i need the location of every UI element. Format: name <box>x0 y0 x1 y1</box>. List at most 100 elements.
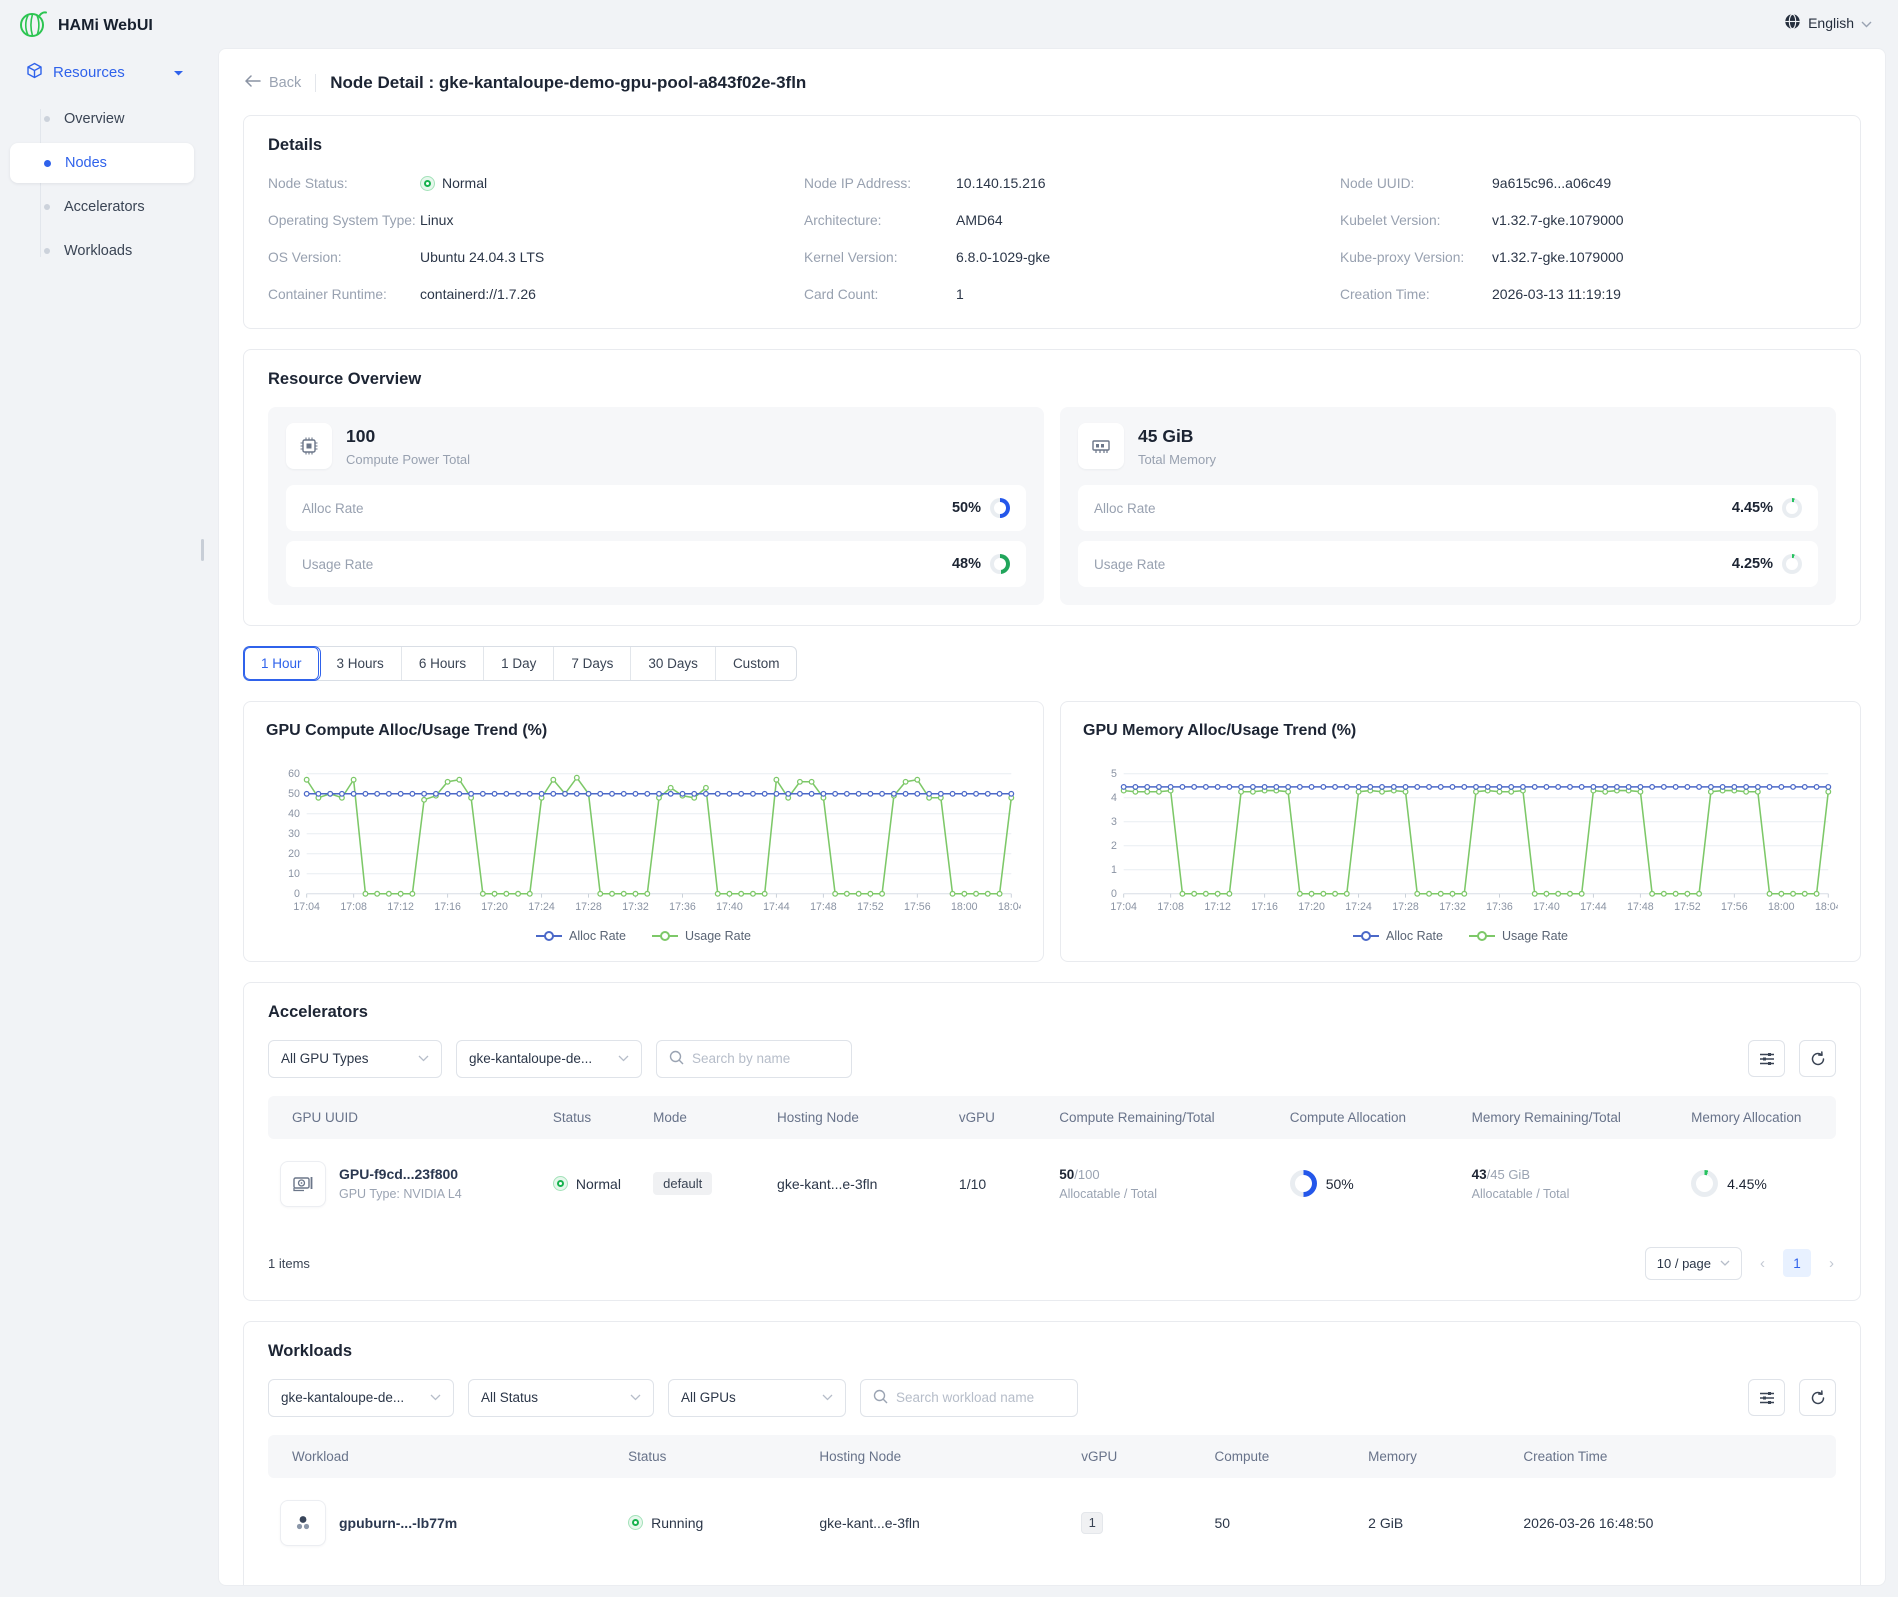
sidebar-item-workloads[interactable]: Workloads <box>10 231 194 271</box>
tab-custom[interactable]: Custom <box>716 647 797 680</box>
tab-1-day[interactable]: 1 Day <box>484 647 554 680</box>
field-os-version: OS Version: Ubuntu 24.04.3 LTS <box>268 247 764 267</box>
svg-text:17:04: 17:04 <box>293 901 320 913</box>
usage-rate-donut <box>990 554 1010 574</box>
column-settings-icon <box>1759 1052 1775 1066</box>
resource-overview-title: Resource Overview <box>268 370 1836 389</box>
sidebar-item-overview[interactable]: Overview <box>10 99 194 139</box>
prev-page-button[interactable]: ‹ <box>1758 1255 1767 1272</box>
svg-text:17:40: 17:40 <box>1533 901 1560 913</box>
workload-name-link[interactable]: gpuburn-...-lb77m <box>339 1515 457 1531</box>
tab-1-hour[interactable]: 1 Hour <box>244 647 320 680</box>
workload-pods-icon <box>280 1500 326 1546</box>
workload-status-select[interactable]: All Status <box>468 1379 654 1417</box>
field-card-count: Card Count: 1 <box>804 284 1300 304</box>
svg-text:17:36: 17:36 <box>1486 901 1513 913</box>
sidebar-item-nodes[interactable]: Nodes <box>10 143 194 183</box>
svg-text:17:24: 17:24 <box>1345 901 1372 913</box>
svg-text:30: 30 <box>288 828 300 840</box>
next-page-button[interactable]: › <box>1827 1255 1836 1272</box>
workloads-title: Workloads <box>268 1342 1836 1361</box>
column-settings-button[interactable] <box>1748 1040 1785 1077</box>
compute-usage-rate-row: Usage Rate 48% <box>286 541 1026 587</box>
column-settings-button[interactable] <box>1748 1379 1785 1416</box>
tab-6-hours[interactable]: 6 Hours <box>402 647 484 680</box>
search-input[interactable] <box>692 1051 839 1066</box>
svg-text:17:48: 17:48 <box>810 901 837 913</box>
current-page[interactable]: 1 <box>1783 1249 1811 1277</box>
table-row[interactable]: GPU-f9cd...23f800 GPU Type: NVIDIA L4 No… <box>268 1139 1836 1229</box>
svg-text:60: 60 <box>288 768 300 780</box>
tree-dot-icon <box>44 204 50 210</box>
search-input[interactable] <box>896 1390 1065 1405</box>
svg-text:10: 10 <box>288 868 300 880</box>
legend-item-usage-rate[interactable]: Usage Rate <box>1469 929 1568 943</box>
field-kubelet-version: Kubelet Version: v1.32.7-gke.1079000 <box>1340 210 1836 230</box>
accelerators-card: Accelerators All GPU Types gke-kantaloup… <box>243 982 1861 1301</box>
field-node-status: Node Status: Normal <box>268 173 764 193</box>
svg-text:17:32: 17:32 <box>1439 901 1466 913</box>
time-range-tabs: 1 Hour 3 Hours 6 Hours 1 Day 7 Days 30 D… <box>243 646 797 681</box>
creation-time: 2026-03-26 16:48:50 <box>1523 1515 1653 1531</box>
accelerator-search[interactable] <box>656 1040 852 1078</box>
hami-melon-logo-icon <box>18 9 48 42</box>
sidebar-item-accelerators[interactable]: Accelerators <box>10 187 194 227</box>
caret-down-icon <box>173 64 184 81</box>
svg-text:17:28: 17:28 <box>1392 901 1419 913</box>
status-running-icon <box>628 1515 643 1530</box>
tab-7-days[interactable]: 7 Days <box>554 647 631 680</box>
back-button[interactable]: Back <box>245 75 301 91</box>
memory-alloc-rate-row: Alloc Rate 4.45% <box>1078 485 1818 531</box>
language-selector[interactable]: English <box>1784 13 1872 33</box>
workload-search[interactable] <box>860 1379 1078 1417</box>
sidebar-section-resources[interactable]: Resources <box>0 52 204 93</box>
gpu-type-label: GPU Type: NVIDIA L4 <box>339 1187 462 1201</box>
node-select[interactable]: gke-kantaloupe-de... <box>456 1040 642 1078</box>
app-logo[interactable]: HAMi WebUI <box>18 9 153 42</box>
svg-text:5: 5 <box>1111 768 1117 780</box>
field-container-runtime: Container Runtime: containerd://1.7.26 <box>268 284 764 304</box>
search-icon <box>669 1050 684 1068</box>
table-header-row: GPU UUID Status Mode Hosting Node vGPU C… <box>268 1096 1836 1139</box>
tab-3-hours[interactable]: 3 Hours <box>320 647 402 680</box>
sidebar-resize-handle[interactable] <box>201 539 204 561</box>
globe-icon <box>1784 13 1801 33</box>
mode-badge: default <box>653 1172 712 1195</box>
table-row[interactable]: gpuburn-...-lb77m Running gke-kant...e-3… <box>268 1478 1836 1568</box>
tree-dot-icon <box>44 160 51 167</box>
svg-text:17:12: 17:12 <box>1204 901 1231 913</box>
refresh-icon <box>1810 1051 1826 1067</box>
hosting-node: gke-kant...e-3fln <box>777 1176 877 1192</box>
memory-value: 2 GiB <box>1368 1515 1403 1531</box>
column-settings-icon <box>1759 1391 1775 1405</box>
workload-gpus-select[interactable]: All GPUs <box>668 1379 846 1417</box>
refresh-button[interactable] <box>1799 1379 1836 1416</box>
svg-text:20: 20 <box>288 848 300 860</box>
svg-text:1: 1 <box>1111 864 1117 876</box>
chart-title: GPU Memory Alloc/Usage Trend (%) <box>1083 722 1838 740</box>
field-kernel-version: Kernel Version: 6.8.0-1029-gke <box>804 247 1300 267</box>
legend-item-alloc-rate[interactable]: Alloc Rate <box>1353 929 1443 943</box>
status-normal-icon <box>553 1176 568 1191</box>
workload-node-select[interactable]: gke-kantaloupe-de... <box>268 1379 454 1417</box>
chart-title: GPU Compute Alloc/Usage Trend (%) <box>266 722 1021 740</box>
compute-power-panel: 100 Compute Power Total Alloc Rate 50% U… <box>268 407 1044 605</box>
svg-text:18:00: 18:00 <box>1768 901 1795 913</box>
page-size-select[interactable]: 10 / page <box>1645 1247 1742 1280</box>
svg-text:17:08: 17:08 <box>340 901 367 913</box>
page-header: Back Node Detail : gke-kantaloupe-demo-g… <box>245 73 1861 93</box>
svg-text:0: 0 <box>294 888 300 900</box>
refresh-button[interactable] <box>1799 1040 1836 1077</box>
gpu-type-select[interactable]: All GPU Types <box>268 1040 442 1078</box>
vgpu-badge: 1 <box>1081 1512 1103 1534</box>
svg-text:17:08: 17:08 <box>1157 901 1184 913</box>
field-architecture: Architecture: AMD64 <box>804 210 1300 230</box>
gpu-uuid-link[interactable]: GPU-f9cd...23f800 <box>339 1166 462 1182</box>
language-label: English <box>1808 15 1854 31</box>
app-title: HAMi WebUI <box>58 17 153 35</box>
memory-total-label: Total Memory <box>1138 452 1216 467</box>
legend-item-usage-rate[interactable]: Usage Rate <box>652 929 751 943</box>
tab-30-days[interactable]: 30 Days <box>631 647 716 680</box>
legend-item-alloc-rate[interactable]: Alloc Rate <box>536 929 626 943</box>
items-count: 1 items <box>268 1256 310 1271</box>
